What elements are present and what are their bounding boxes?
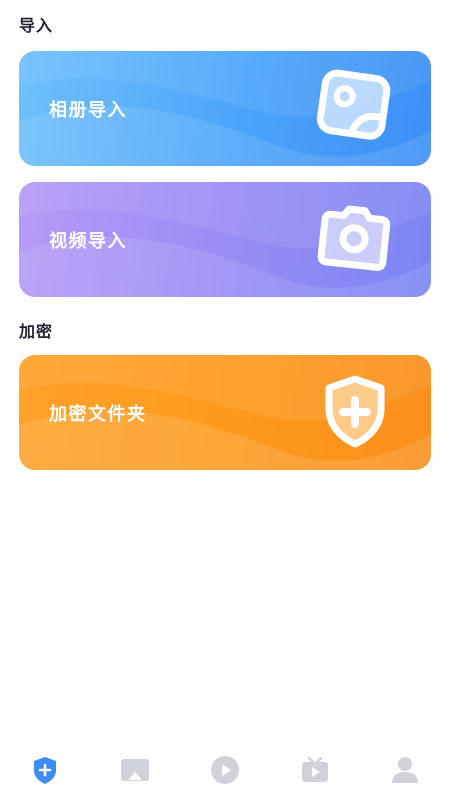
encrypted-folder-label: 加密文件夹 bbox=[49, 403, 147, 425]
bottom-tab-bar bbox=[0, 744, 450, 800]
tab-profile[interactable] bbox=[380, 748, 430, 792]
tab-tv[interactable] bbox=[290, 748, 340, 792]
tv-play-icon bbox=[302, 756, 328, 782]
picture-icon bbox=[121, 759, 149, 781]
album-import-label: 相册导入 bbox=[49, 99, 127, 121]
import-section-title: 导入 bbox=[19, 16, 54, 35]
tab-video[interactable] bbox=[200, 748, 250, 792]
play-icon bbox=[211, 756, 239, 784]
tab-photos[interactable] bbox=[110, 748, 160, 792]
video-import-card[interactable]: 视频导入 bbox=[19, 182, 431, 297]
shield-plus-icon bbox=[34, 757, 56, 784]
album-import-card[interactable]: 相册导入 bbox=[19, 51, 431, 166]
user-icon bbox=[392, 757, 418, 783]
shield-plus-icon bbox=[325, 375, 385, 447]
tab-encrypt[interactable] bbox=[20, 748, 70, 792]
encrypted-folder-card[interactable]: 加密文件夹 bbox=[19, 355, 431, 470]
photo-icon bbox=[316, 69, 391, 140]
video-import-label: 视频导入 bbox=[49, 230, 127, 252]
encrypt-section-title: 加密 bbox=[19, 322, 54, 341]
camera-icon bbox=[317, 205, 391, 271]
